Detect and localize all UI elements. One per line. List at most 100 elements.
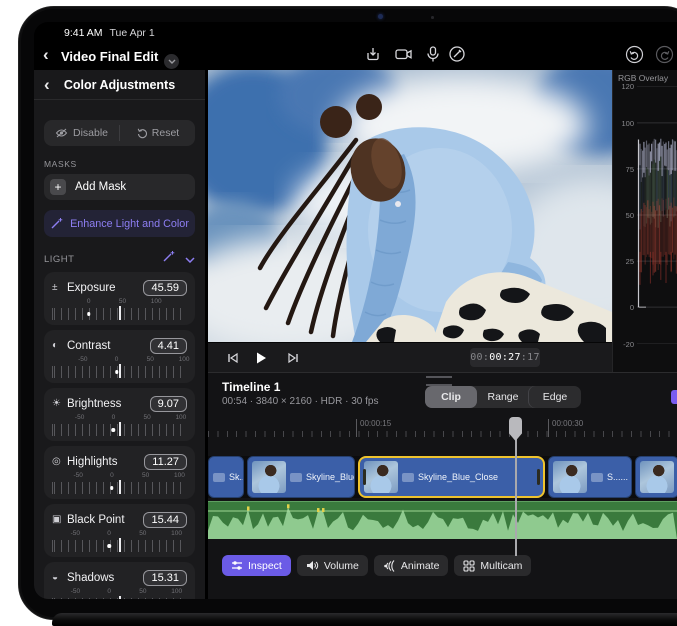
exposure-icon: ±: [52, 282, 67, 293]
trim-handle-left[interactable]: [363, 469, 366, 485]
masks-section-label: MASKS: [44, 159, 195, 169]
animate-label: Animate: [401, 560, 440, 572]
black-point-value-field[interactable]: 15.44: [143, 512, 187, 528]
audio-track[interactable]: [208, 501, 677, 539]
video-preview[interactable]: [208, 70, 612, 342]
highlights-slider[interactable]: [52, 482, 187, 494]
timeline-toolbar: Inspect Volume Animate Multicam: [222, 555, 531, 576]
scope-waveform: [637, 86, 677, 344]
shadows-value-field[interactable]: 15.31: [143, 570, 187, 586]
light-section-header: LIGHT: [44, 251, 195, 267]
black-point-slider[interactable]: [52, 540, 187, 552]
slider-card-exposure: ±Exposure45.59050100: [44, 272, 195, 325]
clip-media-icon: [402, 473, 414, 482]
highlights-icon: ◎: [52, 456, 67, 467]
status-date: Tue Apr 1: [110, 27, 155, 39]
undo-button[interactable]: [625, 45, 647, 65]
clip-label: Sk......: [229, 472, 244, 482]
shadows-label: Shadows: [67, 572, 114, 584]
clip-thumbnail: [553, 461, 587, 493]
eye-slash-icon: [55, 128, 68, 138]
contrast-value-field[interactable]: 4.41: [150, 338, 187, 354]
title-bar: ‹ Video Final Edit: [34, 42, 677, 70]
disable-label: Disable: [73, 127, 108, 139]
import-button[interactable]: [364, 45, 386, 65]
status-bar: 9:41 AMTue Apr 1: [64, 27, 155, 39]
zero-dot: [87, 312, 91, 316]
plus-icon: +: [50, 179, 66, 195]
animate-button[interactable]: Animate: [374, 555, 449, 576]
exposure-slider[interactable]: [52, 308, 187, 320]
redo-button[interactable]: [655, 45, 677, 65]
disable-button[interactable]: Disable: [44, 120, 119, 146]
mode-clip[interactable]: Clip: [425, 386, 477, 408]
video-frame-image: [208, 70, 612, 342]
brightness-value-field[interactable]: 9.07: [150, 396, 187, 412]
camera-button[interactable]: [394, 45, 416, 65]
speaker-icon: [306, 560, 319, 571]
clip-S[interactable]: S......: [548, 456, 632, 498]
highlights-value-field[interactable]: 11.27: [144, 454, 187, 470]
light-wand-button[interactable]: [162, 250, 175, 268]
playhead[interactable]: [515, 417, 517, 556]
clip-Sk[interactable]: Sk......: [208, 456, 244, 498]
next-frame-button[interactable]: [282, 348, 304, 368]
multicam-button[interactable]: Multicam: [454, 555, 531, 576]
light-collapse-chevron[interactable]: [185, 250, 195, 268]
timeline-ruler[interactable]: 00:00:1500:00:30: [208, 419, 677, 439]
sensor-dot: [431, 16, 434, 19]
exposure-value-field[interactable]: 45.59: [143, 280, 187, 296]
waves-icon: [383, 560, 396, 572]
ruler-ticks: [208, 431, 677, 437]
scope-axis-label: -20: [616, 340, 634, 349]
edge-panel-sliver[interactable]: [671, 390, 677, 404]
reset-button[interactable]: Reset: [120, 120, 195, 146]
slider-card-black-point: ▣Black Point15.44-50050100: [44, 504, 195, 557]
contrast-slider[interactable]: [52, 366, 187, 378]
device-bottom-edge: [52, 613, 677, 626]
volume-button[interactable]: Volume: [297, 555, 368, 576]
pencil-scribble-button[interactable]: [448, 45, 470, 65]
previous-frame-button[interactable]: [222, 348, 244, 368]
clip-Skyline_Blue_Close[interactable]: Skyline_Blue_Close: [358, 456, 545, 498]
back-icon[interactable]: ‹: [43, 46, 49, 63]
reset-label: Reset: [152, 127, 179, 139]
edit-mode-segmented-control: ClipRangeEdge: [425, 386, 581, 408]
brightness-slider[interactable]: [52, 424, 187, 436]
clip-partial[interactable]: [635, 456, 677, 498]
contrast-icon: ◐: [52, 340, 67, 351]
value-indicator: [119, 364, 121, 378]
volume-label: Volume: [324, 560, 359, 572]
brightness-icon: ☀: [52, 398, 67, 409]
shadows-slider[interactable]: [52, 598, 187, 599]
slider-card-shadows: ◒Shadows15.31-50050100: [44, 562, 195, 599]
project-title: Video Final Edit: [61, 48, 179, 69]
value-indicator: [119, 596, 121, 599]
value-indicator: [119, 538, 121, 552]
clip-thumbnail: [640, 461, 674, 493]
project-dropdown-button[interactable]: [164, 54, 179, 69]
zero-dot: [110, 486, 114, 490]
inspect-button[interactable]: Inspect: [222, 555, 291, 576]
clip-Skyline_Blue_Wide[interactable]: Skyline_Blue_Wide: [247, 456, 355, 498]
highlights-label: Highlights: [67, 456, 118, 468]
mode-edge[interactable]: Edge: [529, 386, 581, 408]
scope-axis-label: 120: [616, 82, 634, 91]
microphone-button[interactable]: [425, 45, 447, 65]
timecode-display[interactable]: 00:00:27:17: [470, 348, 540, 367]
reset-icon: [136, 128, 147, 139]
timeline-resize-handle[interactable]: [426, 376, 452, 386]
enhance-light-color-button[interactable]: Enhance Light and Color: [44, 210, 195, 237]
play-button[interactable]: [250, 348, 272, 368]
mode-range[interactable]: Range: [477, 386, 529, 408]
add-mask-button[interactable]: + Add Mask: [44, 174, 195, 200]
transport-bar: 00:00:27:17: [208, 342, 612, 373]
trim-handle-right[interactable]: [537, 469, 540, 485]
panel-title: Color Adjustments: [64, 78, 175, 92]
panel-back-icon[interactable]: ‹: [44, 76, 50, 93]
clip-label: Skyline_Blue_Close: [418, 472, 498, 482]
disable-reset-group: Disable Reset: [44, 120, 195, 146]
black-point-label: Black Point: [67, 514, 125, 526]
panel-header: ‹ Color Adjustments: [34, 70, 205, 100]
shadows-icon: ◒: [52, 572, 67, 583]
